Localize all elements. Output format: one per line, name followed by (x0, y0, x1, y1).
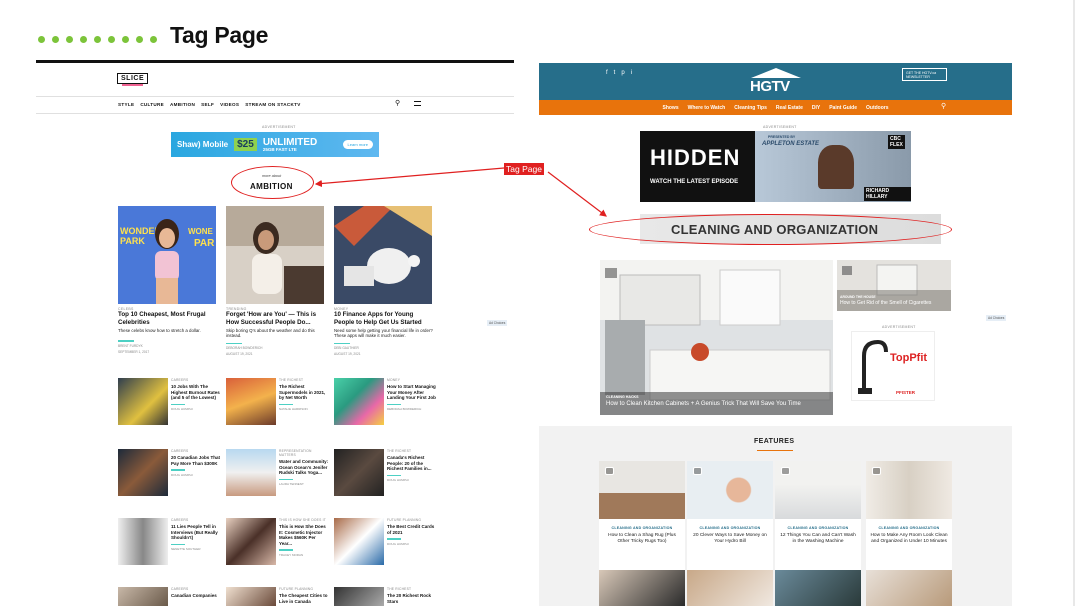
annotation-arrows (314, 167, 607, 217)
arrow-to-cleaning (547, 171, 607, 217)
arrow-to-ambition (314, 167, 505, 188)
